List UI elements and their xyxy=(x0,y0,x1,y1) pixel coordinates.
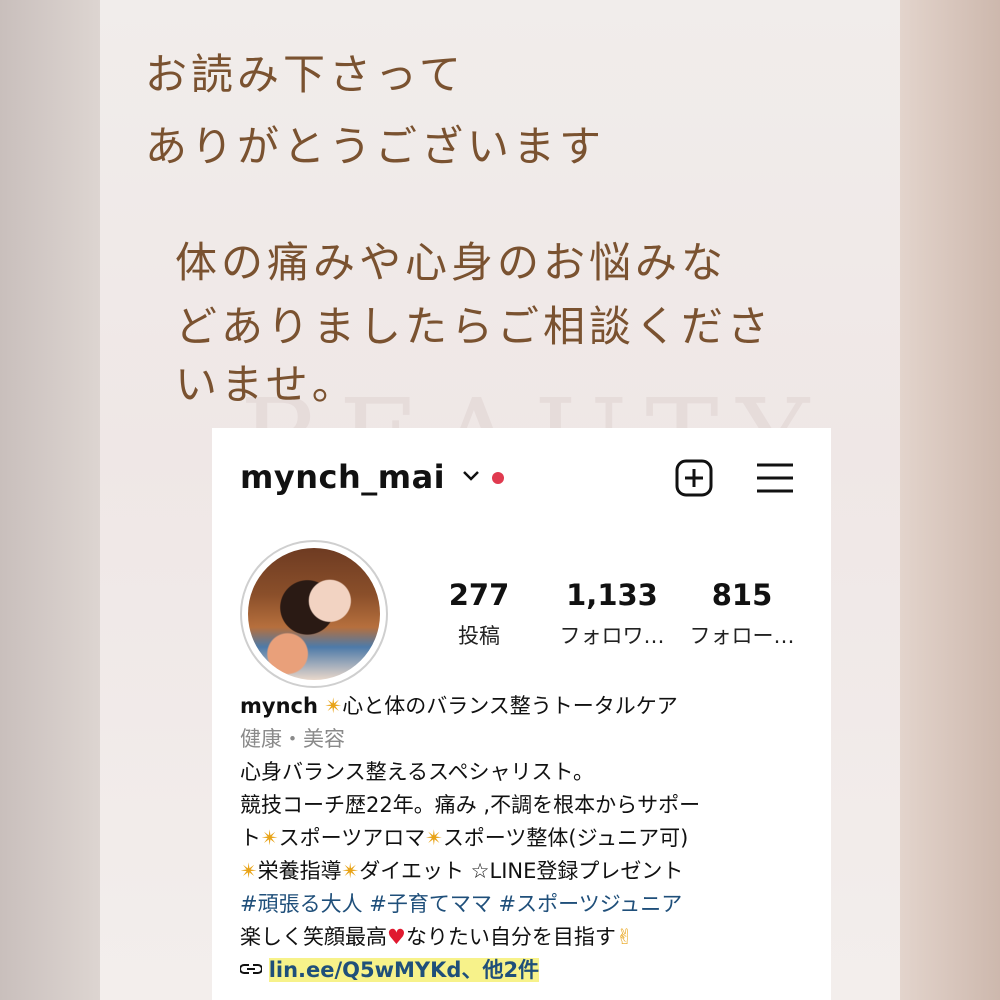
message-line-5: いませ。 xyxy=(175,360,358,409)
message-line-2: ありがとうございます xyxy=(145,122,606,171)
bio-link[interactable]: lin.ee/Q5wMYKd、他2件 xyxy=(268,958,540,982)
heart-icon: ♥ xyxy=(387,925,406,949)
bio-line-3b: スポーツアロマ xyxy=(278,826,426,850)
bio-name-line: mynch ✴心と体のバランス整うトータルケア xyxy=(240,690,820,723)
stat-following-value: 815 xyxy=(711,578,773,612)
bio-line-4a: 栄養指導 xyxy=(257,859,342,883)
bio-line-4b: ダイエット ☆LINE登録プレゼント xyxy=(359,859,684,883)
profile-username[interactable]: mynch_mai xyxy=(240,458,445,496)
display-name-suffix: 心と体のバランス整うトータルケア xyxy=(342,694,678,718)
stat-followers-label: フォロワ… xyxy=(559,624,665,648)
stat-posts-value: 277 xyxy=(448,578,510,612)
stat-followers-value: 1,133 xyxy=(566,578,658,612)
hamburger-menu-icon[interactable] xyxy=(755,460,795,496)
background-left xyxy=(0,0,100,1000)
sparkle-icon: ✴ xyxy=(240,859,258,883)
sparkle-icon: ✴ xyxy=(261,826,279,850)
bio-line-3c: スポーツ整体(ジュニア可) xyxy=(442,826,689,850)
create-post-icon[interactable] xyxy=(674,458,714,498)
notification-dot xyxy=(492,472,504,484)
stat-posts[interactable]: 277 投稿 xyxy=(442,578,516,650)
bio-line-6: 楽しく笑顔最高♥なりたい自分を目指す✌ xyxy=(240,921,820,954)
victory-hand-icon: ✌ xyxy=(615,925,634,949)
bio-hashtags[interactable]: #頑張る大人 #子育てママ #スポーツジュニア xyxy=(240,888,820,921)
profile-bio: mynch ✴心と体のバランス整うトータルケア 健康・美容 心身バランス整えるス… xyxy=(239,690,820,987)
instagram-profile-screenshot: mynch_mai 277 投稿 1,133 フォロワ… 815 フォロー… m… xyxy=(212,428,831,1000)
sparkle-icon: ✴ xyxy=(341,859,360,883)
stat-followers[interactable]: 1,133 フォロワ… xyxy=(547,578,677,650)
avatar[interactable] xyxy=(248,548,380,680)
bio-line-3a: ト xyxy=(240,826,261,850)
chevron-down-icon[interactable] xyxy=(460,464,482,486)
bio-link-row[interactable]: lin.ee/Q5wMYKd、他2件 xyxy=(239,954,820,987)
bio-line-6b: なりたい自分を目指す xyxy=(405,925,616,949)
link-icon xyxy=(239,964,263,974)
display-name: mynch xyxy=(240,694,318,718)
stat-posts-label: 投稿 xyxy=(458,624,500,648)
message-line-3: 体の痛みや心身のお悩みな xyxy=(175,238,728,287)
bio-line-4: ✴栄養指導✴ダイエット ☆LINE登録プレゼント xyxy=(240,855,820,888)
bio-line-2: 競技コーチ歴22年。痛み ,不調を根本からサポー xyxy=(240,793,701,817)
profile-category: 健康・美容 xyxy=(240,727,345,751)
stat-following-label: フォロー… xyxy=(689,624,795,648)
bio-line-1: 心身バランス整えるスペシャリスト。 xyxy=(240,760,595,784)
bio-line-3: ト✴スポーツアロマ✴スポーツ整体(ジュニア可) xyxy=(240,822,820,855)
sparkle-icon: ✴ xyxy=(425,826,443,850)
bio-line-6a: 楽しく笑顔最高 xyxy=(240,925,387,949)
message-line-1: お読み下さって xyxy=(145,50,465,99)
background-right xyxy=(900,0,1000,1000)
stat-following[interactable]: 815 フォロー… xyxy=(680,578,804,650)
sparkle-icon: ✴ xyxy=(324,694,343,718)
